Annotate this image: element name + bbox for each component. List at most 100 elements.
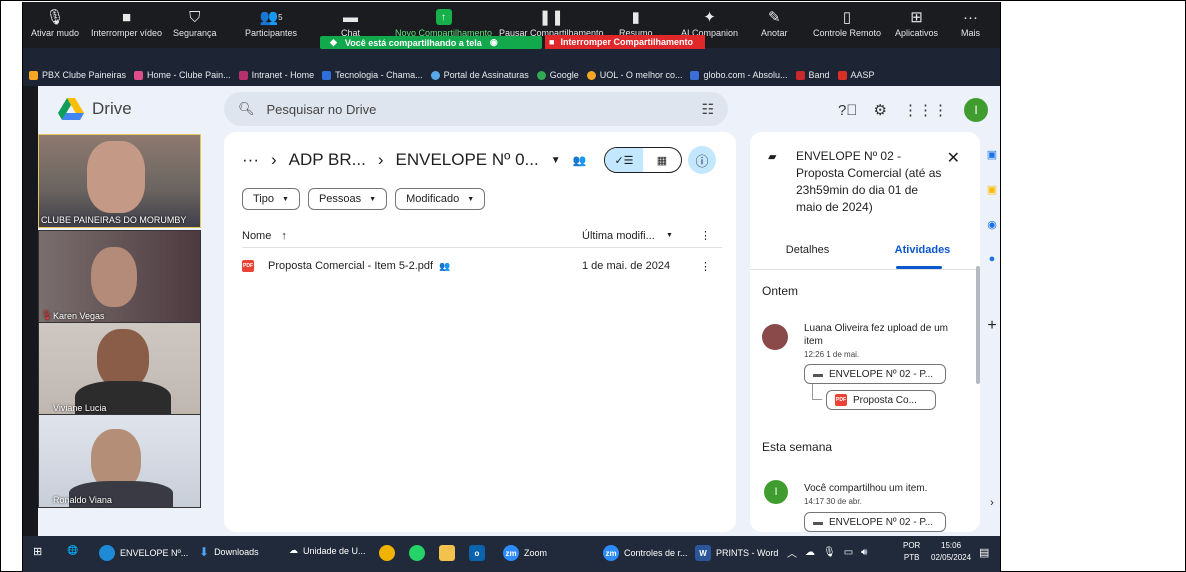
grid-view-button[interactable]: ▦ — [643, 148, 681, 172]
notifications-icon[interactable]: ▤ — [979, 546, 989, 559]
sort-arrow-up-icon[interactable]: ↑ — [281, 230, 287, 242]
row-options-icon[interactable]: ⋮ — [700, 260, 711, 273]
keep-icon[interactable]: ▣ — [987, 183, 997, 196]
apps-grid-icon[interactable]: ⋮⋮⋮ — [903, 101, 948, 119]
chrome-icon — [379, 545, 395, 561]
participant-video[interactable]: CLUBE PAINEIRAS DO MORUMBY — [38, 134, 201, 228]
language-indicator[interactable]: POR PTB — [903, 540, 920, 564]
participant-face — [87, 141, 145, 213]
avatar — [762, 324, 788, 350]
filter-modified[interactable]: Modificado ▼ — [395, 188, 486, 210]
bookmark-4[interactable]: Portal de Assinaturas — [430, 70, 529, 80]
security-button[interactable]: ⛉ Segurança — [173, 6, 217, 39]
taskbar-drive[interactable]: ☁ Unidade de U... — [289, 545, 366, 556]
taskbar-zoom-controls[interactable]: zm Controles de r... — [603, 545, 688, 561]
table-header: Nome ↑ Última modifi... ▼ ⋮ — [242, 224, 722, 248]
settings-gear-icon[interactable]: ⚙ — [874, 101, 887, 119]
participants-button[interactable]: 👥 5 Participantes — [245, 6, 297, 38]
side-apps-rail: ▣ ▣ ◉ ● + › — [982, 132, 1000, 532]
filter-people[interactable]: Pessoas ▼ — [307, 188, 388, 210]
chat-button[interactable]: ▬ Chat — [341, 6, 360, 39]
address-bar[interactable] — [23, 48, 1000, 64]
chevron-down-icon[interactable]: ▼ — [551, 155, 561, 166]
tasks-icon[interactable]: ◉ — [987, 218, 997, 231]
participant-video[interactable]: Ronaldo Viana — [38, 414, 201, 508]
apps-button[interactable]: ⊞ Aplicativos — [895, 6, 938, 38]
taskbar-outlook[interactable]: o — [469, 545, 485, 561]
table-row[interactable]: PDF Proposta Comercial - Item 5-2.pdf 👥 … — [242, 254, 722, 278]
taskbar-app[interactable]: 🌐 — [67, 545, 78, 556]
bookmark-0[interactable]: PBX Clube Paineiras — [29, 70, 126, 80]
activity-folder-chip[interactable]: ▬ ENVELOPE Nº 02 - P... — [804, 364, 946, 384]
bookmark-icon — [795, 70, 805, 80]
search-input[interactable]: 🔍︎ Pesquisar no Drive ☷ — [224, 92, 728, 126]
chevron-up-icon[interactable]: ︿ — [787, 545, 797, 560]
filter-type[interactable]: Tipo ▼ — [242, 188, 300, 210]
panel-scrollbar[interactable] — [976, 266, 980, 384]
stop-share-button[interactable]: ■ Interromper Compartilhamento — [545, 35, 705, 49]
taskbar-chrome[interactable] — [379, 545, 395, 561]
mute-button[interactable]: 🎙 Ativar mudo — [31, 6, 79, 38]
breadcrumb-parent[interactable]: ADP BR... — [289, 150, 366, 170]
add-addon-icon[interactable]: + — [987, 317, 996, 335]
activity-folder-chip[interactable]: ▬ ENVELOPE Nº 02 - P... — [804, 512, 946, 532]
help-icon[interactable]: ?⃝ — [838, 102, 858, 119]
taskbar-word[interactable]: W PRINTS - Word — [695, 545, 778, 561]
contacts-icon[interactable]: ● — [989, 253, 996, 265]
close-icon[interactable]: ✕ — [947, 148, 960, 168]
details-info-button[interactable]: ⓘ — [688, 146, 716, 174]
bookmark-8[interactable]: Band — [795, 70, 830, 80]
tab-details[interactable]: Detalhes — [750, 244, 865, 268]
start-button[interactable]: ⊞ — [33, 545, 42, 558]
calendar-icon[interactable]: ▣ — [987, 148, 997, 161]
bookmark-1[interactable]: Home - Clube Pain... — [134, 70, 231, 80]
expand-panel-icon[interactable]: › — [990, 497, 994, 509]
view-toggle[interactable]: ✓☰ ▦ — [604, 147, 682, 173]
file-name[interactable]: Proposta Comercial - Item 5-2.pdf — [268, 260, 433, 272]
breadcrumb-more[interactable]: ··· — [242, 150, 259, 170]
bookmark-icon — [238, 70, 248, 80]
taskbar-whatsapp[interactable] — [409, 545, 425, 561]
bookmark-9[interactable]: AASP — [837, 70, 875, 80]
annotate-button[interactable]: ✎ Anotar — [761, 6, 788, 38]
system-tray[interactable]: ︿ ☁ 🎙 ▭ 🔊︎ — [787, 545, 867, 560]
share-up-icon: ↑ — [435, 9, 452, 25]
breadcrumb-current[interactable]: ENVELOPE Nº 0... — [395, 150, 538, 170]
column-name[interactable]: Nome — [242, 230, 271, 242]
pdf-icon: PDF — [835, 394, 847, 406]
volume-icon: 🔊︎ — [861, 547, 868, 558]
ai-companion-button[interactable]: ✦ AI Companion — [681, 6, 738, 38]
drive-logo[interactable]: Drive — [58, 98, 132, 120]
taskbar-downloads[interactable]: ⬇ Downloads — [199, 545, 259, 559]
bookmark-5[interactable]: Google — [536, 70, 579, 80]
participant-video[interactable]: 🎙 Karen Vegas — [38, 230, 201, 324]
more-button[interactable]: ··· Mais — [961, 6, 980, 39]
chat-icon: ▬ — [343, 8, 358, 26]
desktop: 🎙 Ativar mudo ■ Interromper vídeo ⛉ Seguran… — [22, 2, 1001, 572]
taskbar-edge[interactable]: ENVELOPE Nº... — [99, 545, 188, 561]
account-avatar[interactable]: I — [964, 98, 988, 122]
bookmark-3[interactable]: Tecnologia - Chama... — [322, 70, 423, 80]
bookmark-7[interactable]: globo.com - Absolu... — [690, 70, 788, 80]
pause-share-button[interactable]: ❚❚ Pausar Compartilhamento — [499, 6, 604, 38]
muted-mic-icon: 🎙 — [41, 310, 53, 320]
bookmark-2[interactable]: Intranet - Home — [238, 70, 314, 80]
activity-file-chip[interactable]: PDF Proposta Co... — [826, 390, 936, 410]
summary-button[interactable]: ▮ Resumo — [619, 6, 653, 38]
column-modified[interactable]: Última modifi... — [582, 230, 655, 242]
details-panel: ▰ ENVELOPE Nº 02 - Proposta Comercial (a… — [750, 132, 980, 532]
bookmark-icon — [837, 70, 847, 80]
new-share-button[interactable]: ↑ Novo Compartilhamento — [395, 6, 492, 38]
taskbar-explorer[interactable] — [439, 545, 455, 561]
taskbar-zoom[interactable]: zm Zoom — [503, 545, 547, 561]
participant-video[interactable]: Viviane Lucia — [38, 322, 201, 416]
stop-video-button[interactable]: ■ Interromper vídeo — [91, 6, 162, 39]
remote-control-button[interactable]: ▯ Controle Remoto — [813, 6, 881, 38]
drive-triangle-icon — [58, 98, 84, 120]
filter-options-icon[interactable]: ☷ — [701, 101, 714, 118]
list-view-button[interactable]: ✓☰ — [605, 148, 643, 172]
tab-activity[interactable]: Atividades — [865, 244, 980, 268]
clock[interactable]: 15:06 02/05/2024 — [931, 540, 971, 564]
column-options-icon[interactable]: ⋮ — [700, 229, 711, 242]
bookmark-6[interactable]: UOL - O melhor co... — [586, 70, 682, 80]
